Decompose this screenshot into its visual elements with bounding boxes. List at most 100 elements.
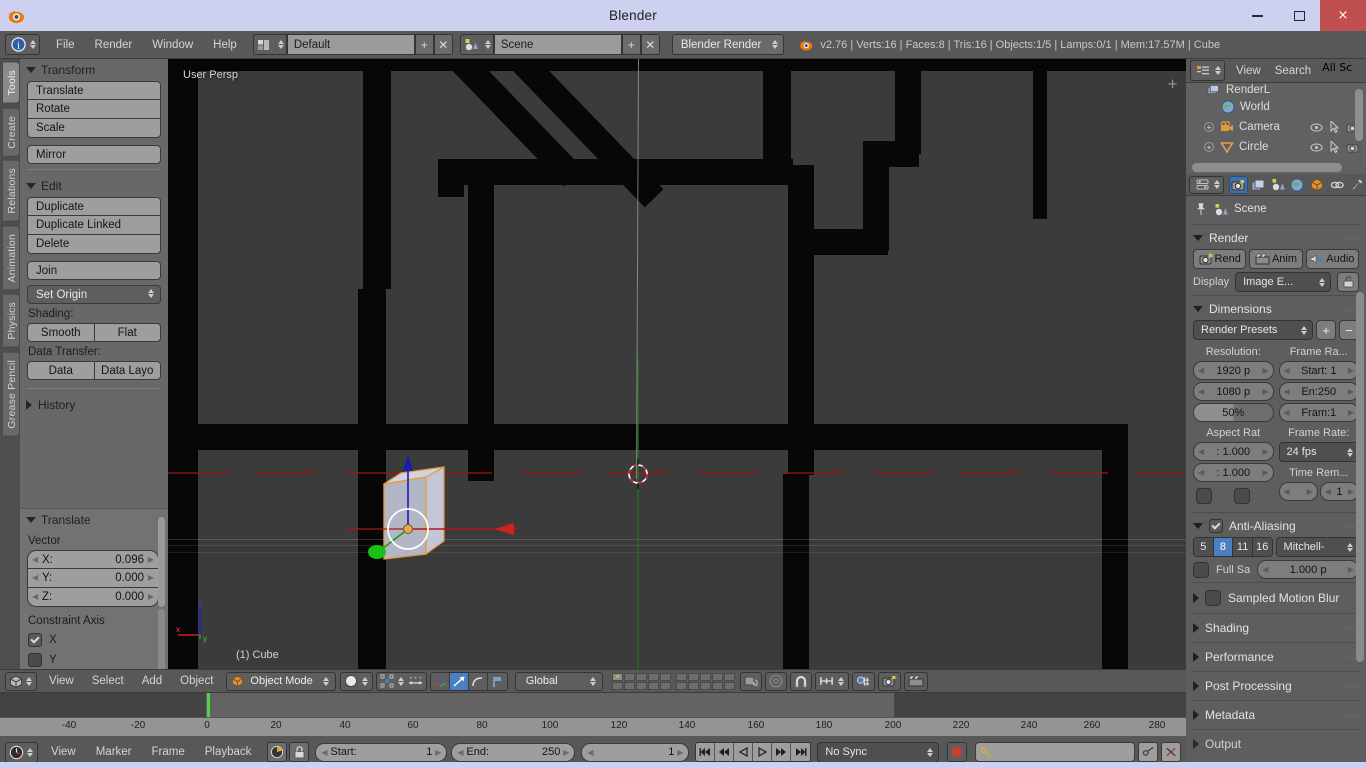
menu-window[interactable]: Window: [142, 31, 203, 59]
viewport-shading-dropdown[interactable]: [339, 671, 373, 691]
properties-editor-type[interactable]: [1189, 175, 1224, 194]
join-button[interactable]: Join: [27, 261, 161, 280]
frame-rate-dropdown[interactable]: 24 fps: [1278, 442, 1359, 462]
aa-filter-dropdown[interactable]: Mitchell-: [1275, 537, 1359, 557]
left-arrow-icon[interactable]: ◀: [32, 555, 38, 564]
panel-header-history[interactable]: History ::::: [20, 394, 168, 416]
panel-header-transform[interactable]: Transform ::::: [20, 59, 168, 81]
layer-selector[interactable]: [611, 672, 735, 690]
viewport-menu-view[interactable]: View: [40, 669, 83, 693]
snap-target-button[interactable]: [851, 671, 875, 691]
rotate-button[interactable]: Rotate: [27, 100, 161, 119]
properties-scrollbar[interactable]: [1356, 292, 1364, 662]
tab-modifiers[interactable]: [1347, 176, 1366, 194]
panel-header-post-processing[interactable]: Post Processing ::::: [1186, 674, 1366, 698]
sync-mode-dropdown[interactable]: No Sync: [817, 741, 940, 763]
render-image-button[interactable]: Rend: [1193, 249, 1247, 269]
tab-world[interactable]: [1288, 176, 1307, 194]
right-arrow-icon[interactable]: ▶: [563, 748, 569, 757]
panel-header-edit[interactable]: Edit ::::: [20, 175, 168, 197]
lock-camera-button[interactable]: [739, 671, 762, 691]
panel-header-output[interactable]: Output: [1186, 732, 1366, 756]
jump-end-icon[interactable]: [791, 743, 811, 761]
close-button[interactable]: ×: [1320, 0, 1366, 31]
render-animation-button[interactable]: [903, 671, 928, 691]
panel-header-performance[interactable]: Performance ::::: [1186, 645, 1366, 669]
data-layout-button[interactable]: Data Layo: [94, 361, 161, 380]
outliner-menu-search[interactable]: Search: [1268, 59, 1318, 83]
rotate-manipulator-icon[interactable]: [449, 672, 469, 690]
vector-y-field[interactable]: ◀ Y: 0.000 ▶: [27, 569, 159, 588]
checkbox-checked-icon[interactable]: [28, 633, 42, 647]
list-item[interactable]: RenderL: [1186, 83, 1366, 97]
right-arrow-icon[interactable]: ▶: [148, 555, 154, 564]
screen-layout-value[interactable]: Default: [286, 34, 415, 55]
render-audio-button[interactable]: Audio: [1305, 249, 1359, 269]
render-engine-selector[interactable]: Blender Render: [671, 34, 785, 55]
right-arrow-icon[interactable]: ▶: [1348, 366, 1354, 375]
aa-sample-8[interactable]: 8: [1213, 538, 1234, 556]
scene-value[interactable]: Scene: [493, 34, 622, 55]
left-arrow-icon[interactable]: ◀: [1198, 468, 1204, 477]
frame-end-field[interactable]: ◀ En:250 ▶: [1278, 382, 1359, 401]
operator-scrollbar-track[interactable]: [158, 609, 165, 669]
layer-cell[interactable]: [711, 681, 723, 690]
viewport-menu-add[interactable]: Add: [133, 669, 171, 693]
outliner-display-mode[interactable]: All Sc: [1318, 61, 1356, 80]
play-icon[interactable]: [753, 743, 773, 761]
aa-size-field[interactable]: ◀ 1.000 p ▶: [1257, 560, 1359, 579]
layout-add-button[interactable]: +: [414, 34, 434, 55]
right-arrow-icon[interactable]: ▶: [148, 592, 154, 601]
left-arrow-icon[interactable]: ◀: [1325, 487, 1331, 496]
panel-header-translate[interactable]: Translate ::::: [20, 509, 168, 531]
right-arrow-icon[interactable]: ▶: [1262, 468, 1268, 477]
render-animation-button[interactable]: Anim: [1249, 249, 1303, 269]
left-arrow-icon[interactable]: ◀: [457, 748, 463, 757]
manipulator-flag-icon[interactable]: [487, 672, 507, 690]
screen-layout-selector[interactable]: Default + ✕: [252, 34, 453, 55]
panel-header-metadata[interactable]: Metadata ::::: [1186, 703, 1366, 727]
panel-header-shading[interactable]: Shading ::::: [1186, 616, 1366, 640]
translate-button[interactable]: Translate: [27, 81, 161, 100]
cursor-arrow-icon[interactable]: [1330, 121, 1339, 133]
editor-type-selector[interactable]: i: [5, 34, 40, 55]
layer-cell[interactable]: [635, 681, 647, 690]
checkbox-icon[interactable]: [28, 653, 42, 667]
constraint-axis-x[interactable]: X: [20, 630, 168, 650]
lock-icon[interactable]: [289, 742, 310, 762]
panel-header-antialiasing[interactable]: Anti-Aliasing ::::: [1186, 515, 1366, 537]
operator-scrollbar[interactable]: [158, 517, 165, 607]
plus-icon[interactable]: +: [1167, 77, 1178, 92]
transform-manipulator[interactable]: [348, 399, 518, 569]
layer-group-2[interactable]: [675, 672, 735, 690]
expand-icon[interactable]: +: [1204, 142, 1214, 152]
frame-start-field[interactable]: ◀ Start: 1 ▶: [1278, 361, 1359, 380]
frame-step-field[interactable]: ◀ Fram:1 ▶: [1278, 403, 1359, 422]
layer-cell[interactable]: [647, 672, 659, 681]
pivot-point-dropdown[interactable]: [375, 671, 427, 691]
cursor-arrow-icon[interactable]: [1330, 141, 1339, 153]
3d-viewport[interactable]: User Persp (1) Cube + z x y: [168, 59, 1186, 669]
set-origin-dropdown[interactable]: Set Origin: [27, 285, 161, 304]
outliner-menu-view[interactable]: View: [1229, 59, 1268, 83]
manipulator-toggle-icon[interactable]: [408, 675, 423, 688]
full-sample-toggle[interactable]: [1193, 561, 1209, 578]
snap-button[interactable]: [789, 671, 812, 691]
resolution-x-field[interactable]: ◀ 1920 p ▶: [1193, 361, 1274, 380]
left-arrow-icon[interactable]: ◀: [587, 748, 593, 757]
translate-manipulator-icon[interactable]: [430, 672, 450, 690]
menu-render[interactable]: Render: [85, 31, 143, 59]
proportional-edit-button[interactable]: [764, 671, 787, 691]
scene-remove-button[interactable]: ✕: [640, 34, 660, 55]
left-arrow-icon[interactable]: ◀: [1262, 565, 1268, 574]
layer-cell[interactable]: [675, 672, 687, 681]
layer-cell[interactable]: [635, 672, 647, 681]
duplicate-linked-button[interactable]: Duplicate Linked: [27, 216, 161, 235]
constraint-axis-y[interactable]: Y: [20, 650, 168, 669]
key-remove-button[interactable]: [1161, 742, 1182, 762]
layer-cell[interactable]: [723, 672, 735, 681]
outliner-tree[interactable]: RenderL World + Camera + Circle: [1186, 83, 1366, 174]
record-clock-icon[interactable]: [267, 742, 288, 762]
motion-blur-toggle[interactable]: [1205, 590, 1221, 606]
aspect-x-field[interactable]: ◀ : 1.000 ▶: [1193, 442, 1274, 461]
